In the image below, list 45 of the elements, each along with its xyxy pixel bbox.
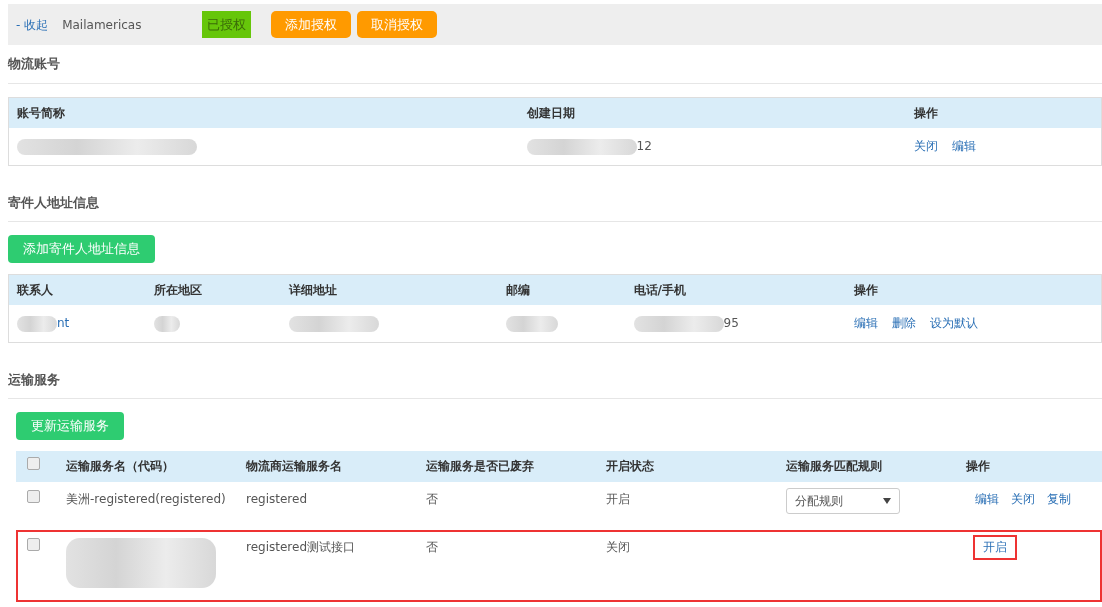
caret-icon	[883, 497, 891, 504]
column-header: 邮编	[497, 274, 626, 305]
column-header: 操作	[845, 274, 1102, 305]
action-link[interactable]: 关闭	[1011, 491, 1035, 506]
column-header: 运输服务是否已废弃	[415, 450, 595, 482]
rule-select[interactable]: 分配规则	[786, 487, 900, 514]
column-header: 开启状态	[595, 450, 775, 482]
action-link[interactable]: 编辑	[951, 139, 976, 154]
action-link[interactable]: 编辑	[975, 491, 999, 506]
collapse-link[interactable]: - 收起	[16, 15, 49, 34]
cell-text: registered	[246, 491, 307, 506]
contact-link[interactable]: nt	[57, 316, 70, 331]
column-header: 操作	[905, 97, 1102, 128]
cell-text: 12	[636, 139, 652, 154]
status-badge: 已授权	[202, 10, 252, 39]
cell-text: 美洲-registered(registered)	[66, 491, 226, 506]
column-header: 详细地址	[280, 274, 498, 305]
action-link[interactable]: 编辑	[853, 316, 878, 331]
cell-text: 关闭	[606, 539, 630, 554]
section-title: 寄件人地址信息	[8, 183, 1102, 222]
select-all-checkbox[interactable]	[27, 457, 40, 470]
cell-text: registered测试接口	[246, 539, 355, 554]
column-header: 运输服务名（代码）	[55, 450, 235, 482]
column-header: 联系人	[8, 274, 146, 305]
row-checkbox[interactable]	[27, 489, 40, 503]
cell-text: 95	[723, 316, 739, 331]
section-title: 物流账号	[8, 45, 1102, 84]
column-header: 电话/手机	[625, 274, 846, 305]
column-header: 操作	[955, 450, 1102, 482]
cell-text: 开启	[606, 491, 630, 506]
action-link[interactable]: 开启	[975, 536, 1015, 558]
action-link[interactable]: 复制	[1047, 491, 1071, 506]
carrier-name: Mailamericas	[62, 16, 143, 34]
column-header: 运输服务匹配规则	[775, 450, 955, 482]
action-link[interactable]: 删除	[891, 316, 916, 331]
row-checkbox[interactable]	[27, 537, 40, 551]
column-header: 账号简称	[8, 97, 519, 128]
section-title: 运输服务	[8, 360, 1102, 399]
column-header: 创建日期	[518, 97, 906, 128]
cell-text: 否	[426, 491, 438, 506]
column-header: 物流商运输服务名	[235, 450, 415, 482]
column-header: 所在地区	[145, 274, 281, 305]
action-link[interactable]: 关闭	[913, 139, 938, 154]
action-link[interactable]: 设为默认	[929, 316, 978, 331]
cell-text: 否	[426, 539, 438, 554]
